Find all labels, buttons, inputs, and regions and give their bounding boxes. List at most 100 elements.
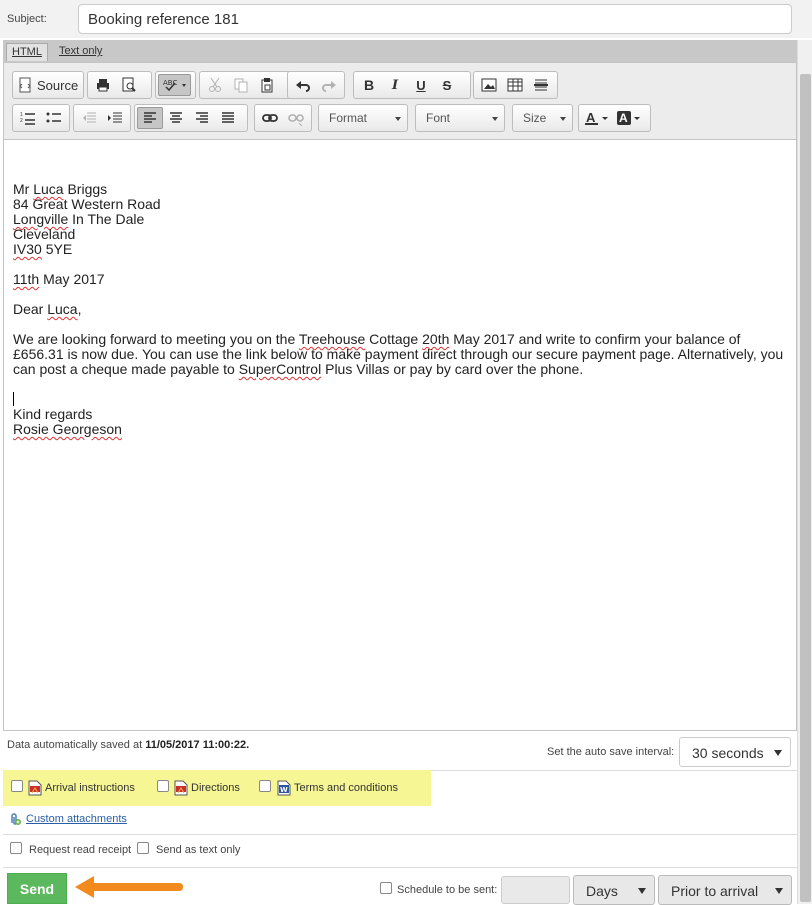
preview-button[interactable]: [116, 74, 142, 96]
align-left-button[interactable]: [137, 107, 163, 129]
schedule-units-select[interactable]: Days: [573, 875, 655, 905]
attachment-checkbox-terms[interactable]: [259, 780, 271, 792]
divider: [3, 867, 797, 868]
paste-icon: [261, 78, 273, 93]
address-line-5: IV30 5YE: [13, 241, 73, 257]
standard-attachments: Arrival instructions Directions W Terms …: [3, 770, 431, 806]
image-button[interactable]: [476, 74, 502, 96]
read-receipt-checkbox[interactable]: [10, 842, 22, 854]
unlink-button[interactable]: [283, 107, 309, 129]
autosave-interval-select[interactable]: 30 seconds: [679, 737, 791, 767]
schedule-units-value: Days: [586, 883, 618, 899]
paste-button[interactable]: [254, 74, 280, 96]
format-label: Format: [329, 111, 368, 125]
align-left-icon: [144, 112, 156, 123]
horizontal-rule-icon: [534, 79, 548, 91]
print-group: [87, 71, 152, 99]
attachment-terms-and-conditions[interactable]: W Terms and conditions: [277, 780, 398, 796]
subject-label: Subject:: [7, 13, 47, 25]
svg-text:A: A: [619, 111, 628, 125]
page-scrollbar[interactable]: [797, 40, 812, 904]
letter-date: 11th May 2017: [13, 271, 105, 287]
align-right-button[interactable]: [189, 107, 215, 129]
text-color-button[interactable]: A: [581, 107, 613, 129]
align-group: [134, 104, 248, 132]
autosave-status: Data automatically saved at 11/05/2017 1…: [7, 739, 250, 751]
indent-icon: [108, 112, 122, 123]
source-icon: [19, 77, 31, 93]
strikethrough-button[interactable]: S: [434, 74, 460, 96]
pdf-file-icon: [28, 780, 42, 796]
align-center-icon: [170, 112, 182, 123]
outdent-button[interactable]: [76, 107, 102, 129]
link-button[interactable]: [257, 107, 283, 129]
source-group: Source: [12, 71, 84, 99]
italic-button[interactable]: I: [382, 74, 408, 96]
bulleted-list-button[interactable]: [41, 107, 67, 129]
indent-button[interactable]: [102, 107, 128, 129]
send-as-text-checkbox[interactable]: [137, 842, 149, 854]
list-group: 12: [12, 104, 70, 132]
table-button[interactable]: [502, 74, 528, 96]
schedule-checkbox[interactable]: [380, 882, 392, 894]
source-button[interactable]: Source: [15, 74, 81, 96]
redo-button[interactable]: [316, 74, 342, 96]
align-center-button[interactable]: [163, 107, 189, 129]
redo-icon: [322, 81, 336, 92]
font-dropdown[interactable]: Font: [415, 104, 505, 132]
size-dropdown[interactable]: Size: [512, 104, 573, 132]
orange-arrow-annotation: [75, 876, 183, 898]
tab-text-only[interactable]: Text only: [55, 43, 106, 61]
chevron-down-icon: [775, 888, 783, 894]
editor-content-area[interactable]: Mr Luca Briggs 84 Great Western Road Lon…: [3, 140, 797, 731]
undo-icon: [296, 81, 310, 92]
letter-body: Mr Luca Briggs 84 Great Western Road Lon…: [13, 182, 793, 437]
tab-html[interactable]: HTML: [6, 43, 48, 61]
font-label: Font: [426, 111, 451, 125]
svg-text:2: 2: [20, 118, 23, 124]
justify-icon: [222, 112, 234, 123]
background-color-button[interactable]: A: [613, 107, 645, 129]
horizontal-rule-button[interactable]: [528, 74, 554, 96]
source-label: Source: [37, 77, 79, 93]
attachment-arrival-instructions[interactable]: Arrival instructions: [28, 780, 135, 796]
insert-group: [473, 71, 558, 99]
attachment-checkbox-arrival[interactable]: [11, 780, 23, 792]
table-icon: [507, 78, 523, 92]
svg-text:A: A: [586, 110, 596, 125]
background-color-icon: A: [617, 111, 640, 125]
print-icon: [97, 79, 109, 92]
copy-button[interactable]: [228, 74, 254, 96]
schedule-relation-select[interactable]: Prior to arrival: [658, 875, 792, 905]
schedule-days-input[interactable]: [501, 876, 570, 904]
scrollbar-thumb[interactable]: [800, 74, 811, 902]
letter-paragraph: We are looking forward to meeting you on…: [13, 331, 784, 377]
schedule-relation-value: Prior to arrival: [671, 883, 759, 899]
send-button[interactable]: Send: [7, 873, 67, 904]
text-cursor: [13, 392, 14, 406]
autosave-interval-label: Set the auto save interval:: [547, 746, 675, 758]
justify-button[interactable]: [215, 107, 241, 129]
print-button[interactable]: [90, 74, 116, 96]
bold-button[interactable]: B: [356, 74, 382, 96]
indent-group: [73, 104, 131, 132]
underline-button[interactable]: U: [408, 74, 434, 96]
address-line-4: Cleveland: [13, 226, 76, 242]
numbered-list-button[interactable]: 12: [15, 107, 41, 129]
attachment-checkbox-directions[interactable]: [157, 780, 169, 792]
subject-input[interactable]: [78, 4, 792, 34]
attachment-directions[interactable]: Directions: [174, 780, 240, 796]
letter-closing: Kind regards: [13, 406, 93, 422]
cut-button[interactable]: [202, 74, 228, 96]
letter-signature: Rosie Georgeson: [13, 421, 122, 437]
spellcheck-button[interactable]: ABC: [158, 74, 191, 96]
autosave-interval-value: 30 seconds: [692, 745, 764, 761]
clipboard-group: [199, 71, 291, 99]
spellcheck-group: ABC: [155, 71, 196, 99]
format-dropdown[interactable]: Format: [318, 104, 408, 132]
custom-attachments-link[interactable]: Custom attachments: [8, 812, 127, 826]
color-group: A A: [578, 104, 651, 132]
editor-mode-bar: HTML Text only: [3, 40, 797, 62]
history-group: [287, 71, 345, 99]
undo-button[interactable]: [290, 74, 316, 96]
